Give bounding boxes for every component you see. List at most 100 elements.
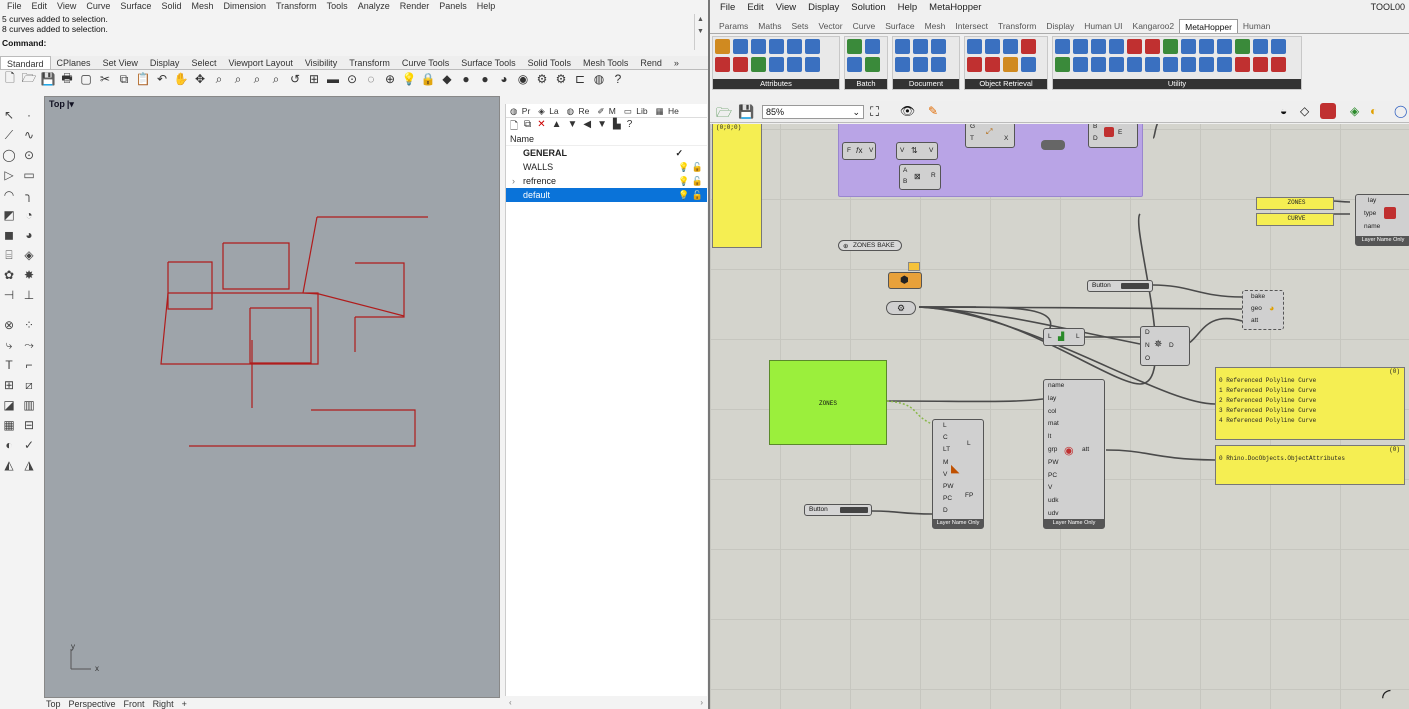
ribbon-component-icon[interactable] <box>1271 57 1286 72</box>
gh-tab-intersect[interactable]: Intersect <box>950 19 993 33</box>
rectangle-icon[interactable]: ▭ <box>20 166 38 184</box>
ribbon-component-icon[interactable] <box>1217 57 1232 72</box>
preview-wire-icon[interactable]: ◇ <box>1300 104 1309 118</box>
points-on-icon[interactable]: ⁘ <box>20 316 38 334</box>
ribbon-component-icon[interactable] <box>715 39 730 54</box>
ribbon-component-icon[interactable] <box>733 39 748 54</box>
fillet-icon[interactable]: ╮ <box>20 186 38 204</box>
lock-icon[interactable]: 🔒 <box>420 71 436 87</box>
ribbon-component-icon[interactable] <box>865 57 880 72</box>
zoom-window-icon[interactable]: ⌕ <box>230 71 246 87</box>
gh-tab-display[interactable]: Display <box>1041 19 1079 33</box>
menu-mesh[interactable]: Mesh <box>186 0 218 13</box>
new-layer-icon[interactable]: 🗋 <box>510 119 518 132</box>
tab-mesh-tools[interactable]: Mesh Tools <box>577 56 634 69</box>
tab-cplanes[interactable]: CPlanes <box>51 56 97 69</box>
sphere-blue-icon[interactable]: ◉ <box>515 71 531 87</box>
tab-surface-tools[interactable]: Surface Tools <box>455 56 521 69</box>
block-icon[interactable]: ▥ <box>20 396 38 414</box>
curve-text-panel[interactable]: CURVE <box>1256 213 1334 226</box>
undo-view-icon[interactable]: ↺ <box>287 71 303 87</box>
render-tool-icon[interactable]: ◐ <box>0 436 18 454</box>
gh-tab-params[interactable]: Params <box>714 19 753 33</box>
command-prompt[interactable]: Command: <box>2 38 46 48</box>
polygon-icon[interactable]: ▷ <box>0 166 18 184</box>
options-icon[interactable]: ⚙ <box>534 71 550 87</box>
ribbon-component-icon[interactable] <box>1109 39 1124 54</box>
tab-solid-tools[interactable]: Solid Tools <box>522 56 577 69</box>
ribbon-component-icon[interactable] <box>805 57 820 72</box>
ribbon-component-icon[interactable] <box>847 39 862 54</box>
ribbon-component-icon[interactable] <box>1181 57 1196 72</box>
menu-transform[interactable]: Transform <box>271 0 322 13</box>
menu-curve[interactable]: Curve <box>81 0 115 13</box>
curve-2[interactable] <box>355 262 405 318</box>
ribbon-component-icon[interactable] <box>1253 57 1268 72</box>
offset-icon[interactable]: ⤳ <box>20 336 38 354</box>
ribbon-component-icon[interactable] <box>1073 39 1088 54</box>
ribbon-component-icon[interactable] <box>1253 39 1268 54</box>
chevron-down-icon[interactable]: ⌄ <box>852 106 860 118</box>
ribbon-component-icon[interactable] <box>1163 57 1178 72</box>
ribbon-component-icon[interactable] <box>985 39 1000 54</box>
move-up-icon[interactable]: ▲ <box>552 119 562 131</box>
transform-component[interactable]: G T ⤢ X <box>965 124 1015 148</box>
command-scrollbar[interactable]: ▲ ▼ <box>694 14 706 50</box>
curve-1[interactable] <box>222 242 290 290</box>
ribbon-component-icon[interactable] <box>751 39 766 54</box>
point-icon[interactable]: · <box>20 106 38 124</box>
gh-canvas[interactable]: (0;0;0) F 𝑓x V V ⇅ V A B ⊠ R G T ⤢ X B D… <box>710 124 1409 709</box>
gh-tab-mesh[interactable]: Mesh <box>920 19 951 33</box>
chevron-right-icon[interactable]: › <box>512 174 515 188</box>
gh-tab-surface[interactable]: Surface <box>880 19 919 33</box>
preview-shaded-icon[interactable]: ◒ <box>1280 104 1287 118</box>
toolbar-overflow[interactable]: » <box>668 56 685 69</box>
globe-icon[interactable]: ◍ <box>591 71 607 87</box>
ribbon-component-icon[interactable] <box>913 57 928 72</box>
ribbon-component-icon[interactable] <box>985 57 1000 72</box>
menu-tools[interactable]: Tools <box>322 0 353 13</box>
gh-menu-display[interactable]: Display <box>802 0 845 16</box>
ribbon-component-icon[interactable] <box>865 39 880 54</box>
trim-icon[interactable]: ⊣ <box>0 286 18 304</box>
visible-lock-icon[interactable]: 💡 🔓 <box>678 160 703 174</box>
tab-select[interactable]: Select <box>185 56 222 69</box>
zoom-extents-icon[interactable]: ⛶ <box>870 104 879 120</box>
ribbon-component-icon[interactable] <box>1091 39 1106 54</box>
menu-analyze[interactable]: Analyze <box>353 0 395 13</box>
cplane-icon[interactable]: ▬ <box>325 71 341 87</box>
tab-visibility[interactable]: Visibility <box>299 56 343 69</box>
ribbon-component-icon[interactable] <box>715 57 730 72</box>
ribbon-component-icon[interactable] <box>1127 57 1142 72</box>
gh-tab-kangaroo2[interactable]: Kangaroo2 <box>1128 19 1180 33</box>
list-length-component[interactable]: L ▟ L <box>1043 328 1085 346</box>
visible-lock-icon[interactable]: 💡 🔓 <box>678 174 703 188</box>
layer-type-component[interactable]: lay type name Layer Name Only <box>1355 194 1409 246</box>
gh-tab-human-ui[interactable]: Human UI <box>1079 19 1127 33</box>
curve-0[interactable] <box>167 261 213 310</box>
undo-icon[interactable]: ↶ <box>154 71 170 87</box>
cut-icon[interactable]: ✂ <box>97 71 113 87</box>
layer-tools-icon[interactable]: ▙ <box>613 119 621 131</box>
visible-lock-icon[interactable]: 💡 🔓 <box>678 188 703 202</box>
render-preview-icon[interactable]: ◈ <box>1350 104 1359 118</box>
viewport-tab-top[interactable]: Top <box>46 699 61 709</box>
curve-icon[interactable]: ∿ <box>20 126 38 144</box>
data-component-orange[interactable]: ⬢ <box>888 272 922 289</box>
gh-menu-edit[interactable]: Edit <box>741 0 769 16</box>
sphere-icon[interactable]: ◯ <box>1394 104 1407 118</box>
layer-icon[interactable]: ⊕ <box>382 71 398 87</box>
light-icon[interactable]: 💡 <box>401 71 417 87</box>
ribbon-component-icon[interactable] <box>1073 57 1088 72</box>
relay-node[interactable] <box>1041 140 1065 150</box>
zones-green-panel[interactable]: ZONES <box>769 360 887 445</box>
polyline-icon[interactable]: ⟋ <box>0 126 18 144</box>
gh-menu-file[interactable]: File <box>714 0 741 16</box>
filter-icon[interactable]: ▼ <box>597 119 607 131</box>
paint-icon[interactable]: ◭ <box>0 456 18 474</box>
rebuild-icon[interactable]: ⤷ <box>0 336 18 354</box>
box-icon[interactable]: ◼ <box>0 226 18 244</box>
new-sublayer-icon[interactable]: ⧉ <box>524 119 531 131</box>
ribbon-component-icon[interactable] <box>1181 39 1196 54</box>
menu-dimension[interactable]: Dimension <box>218 0 271 13</box>
